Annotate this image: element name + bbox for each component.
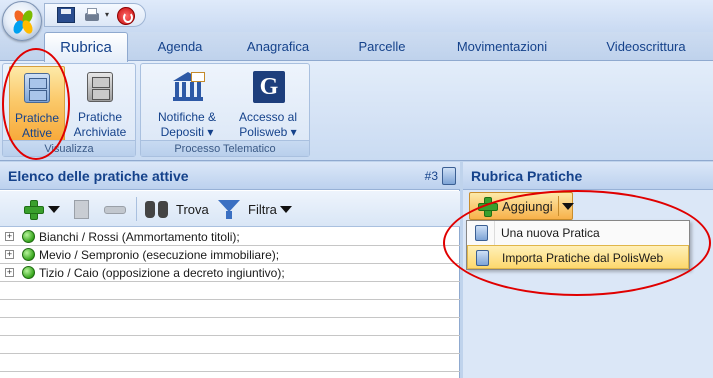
ribbon: Pratiche Attive Pratiche Archiviate Visu… (0, 61, 713, 161)
binoculars-icon[interactable] (145, 201, 169, 218)
envelope-icon (191, 72, 205, 82)
add-dropdown-menu: Una nuova Pratica Importa Pratiche dal P… (466, 220, 690, 270)
courthouse-icon (172, 70, 205, 104)
application-menu-orb[interactable] (2, 1, 42, 41)
case-count: #3 (424, 169, 438, 183)
power-off-icon[interactable] (117, 7, 135, 25)
group-label-processo-telematico: Processo Telematico (141, 140, 309, 156)
menu-item-label: Importa Pratiche dal PolisWeb (502, 251, 664, 265)
menu-item-label: Una nuova Pratica (501, 226, 600, 240)
empty-row (0, 354, 460, 372)
expand-icon[interactable]: + (5, 250, 14, 259)
add-button-label: Aggiungi (502, 199, 553, 214)
polisweb-glyph: G (253, 71, 285, 103)
accesso-polisweb-button[interactable]: G Accesso al Polisweb ▾ (231, 66, 305, 142)
expand-icon[interactable]: + (5, 232, 14, 241)
empty-row (0, 318, 460, 336)
print-icon[interactable] (83, 7, 101, 23)
menu-item-import-polisweb[interactable]: Importa Pratiche dal PolisWeb (467, 245, 689, 269)
notifiche-depositi-label-2: Depositi ▾ (160, 125, 214, 139)
case-name: Mevio / Sempronio (esecuzione immobiliar… (39, 248, 280, 262)
group-visualizza: Pratiche Attive Pratiche Archiviate Visu… (2, 63, 136, 157)
cases-grid: + Bianchi / Rossi (Ammortamento titoli);… (0, 228, 460, 378)
empty-row (0, 336, 460, 354)
archive-cabinet-icon (85, 70, 115, 104)
tab-rubrica[interactable]: Rubrica (44, 32, 128, 62)
rubrica-pratiche-header: Rubrica Pratiche (463, 162, 713, 190)
save-icon[interactable] (57, 7, 75, 23)
panel-title: Elenco delle pratiche attive (8, 168, 189, 184)
notifiche-depositi-button[interactable]: Notifiche & Depositi ▾ (147, 66, 227, 142)
group-label-visualizza: Visualizza (3, 140, 135, 156)
pratiche-attive-button[interactable]: Pratiche Attive (9, 66, 65, 142)
filter-dropdown-chevron-icon[interactable] (280, 206, 292, 213)
add-icon[interactable] (24, 200, 44, 220)
accesso-polisweb-label-1: Accesso al (238, 110, 298, 124)
rubrica-pratiche-panel: Rubrica Pratiche Aggiungi Una nuova Prat… (463, 162, 713, 378)
add-icon (478, 197, 498, 217)
notifiche-depositi-label-1: Notifiche & (157, 110, 217, 124)
ribbon-tabs: Rubrica Agenda Anagrafica Parcelle Movim… (0, 32, 713, 62)
status-active-icon (22, 230, 35, 243)
status-active-icon (22, 266, 35, 279)
filter-button[interactable]: Filtra (248, 202, 277, 217)
pratiche-attive-label-2: Attive (21, 126, 52, 140)
remove-icon[interactable] (104, 206, 126, 214)
table-row[interactable]: + Tizio / Caio (opposizione a decreto in… (0, 264, 460, 282)
pratiche-archiviate-button[interactable]: Pratiche Archiviate (69, 66, 131, 142)
new-pratica-icon (475, 225, 488, 241)
empty-row (0, 282, 460, 300)
active-cases-header: Elenco delle pratiche attive #3 (0, 162, 460, 190)
table-row[interactable]: + Bianchi / Rossi (Ammortamento titoli); (0, 228, 460, 246)
pratiche-archiviate-label-2: Archiviate (73, 125, 127, 139)
tab-videoscrittura[interactable]: Videoscrittura (596, 32, 696, 61)
case-name: Tizio / Caio (opposizione a decreto ingi… (39, 266, 285, 280)
case-name: Bianchi / Rossi (Ammortamento titoli); (39, 230, 240, 244)
quick-access-bar: ▾ (44, 3, 146, 27)
document-icon[interactable] (74, 200, 89, 219)
toolbar-separator (136, 197, 137, 221)
tab-parcelle[interactable]: Parcelle (345, 32, 419, 61)
quick-access-toolbar: ▾ (0, 0, 713, 41)
cabinet-icon (442, 167, 456, 185)
cabinet-icon (22, 71, 52, 105)
print-dropdown-chevron-icon[interactable]: ▾ (105, 7, 113, 23)
active-cases-panel: Elenco delle pratiche attive #3 Trova Fi… (0, 162, 460, 378)
table-row[interactable]: + Mevio / Sempronio (esecuzione immobili… (0, 246, 460, 264)
tab-movimentazioni[interactable]: Movimentazioni (445, 32, 559, 61)
add-dropdown-chevron-icon[interactable] (562, 203, 574, 210)
empty-row (0, 300, 460, 318)
group-processo-telematico: Notifiche & Depositi ▾ G Accesso al Poli… (140, 63, 310, 157)
tab-agenda[interactable]: Agenda (140, 32, 220, 61)
polisweb-logo-icon: G (253, 70, 285, 104)
orb-logo-petal-icon (20, 18, 35, 36)
expand-icon[interactable]: + (5, 268, 14, 277)
accesso-polisweb-label-2: Polisweb ▾ (239, 125, 297, 139)
find-button[interactable]: Trova (176, 202, 209, 217)
status-active-icon (22, 248, 35, 261)
cases-toolbar: Trova Filtra (0, 191, 460, 227)
menu-item-new-pratica[interactable]: Una nuova Pratica (467, 221, 689, 245)
pratiche-archiviate-label-1: Pratiche (77, 110, 123, 124)
pratiche-attive-label-1: Pratiche (14, 111, 60, 125)
import-icon (476, 250, 489, 266)
add-dropdown-chevron-icon[interactable] (48, 206, 60, 213)
tab-anagrafica[interactable]: Anagrafica (236, 32, 320, 61)
add-dropdown-button[interactable]: Aggiungi (469, 192, 574, 220)
